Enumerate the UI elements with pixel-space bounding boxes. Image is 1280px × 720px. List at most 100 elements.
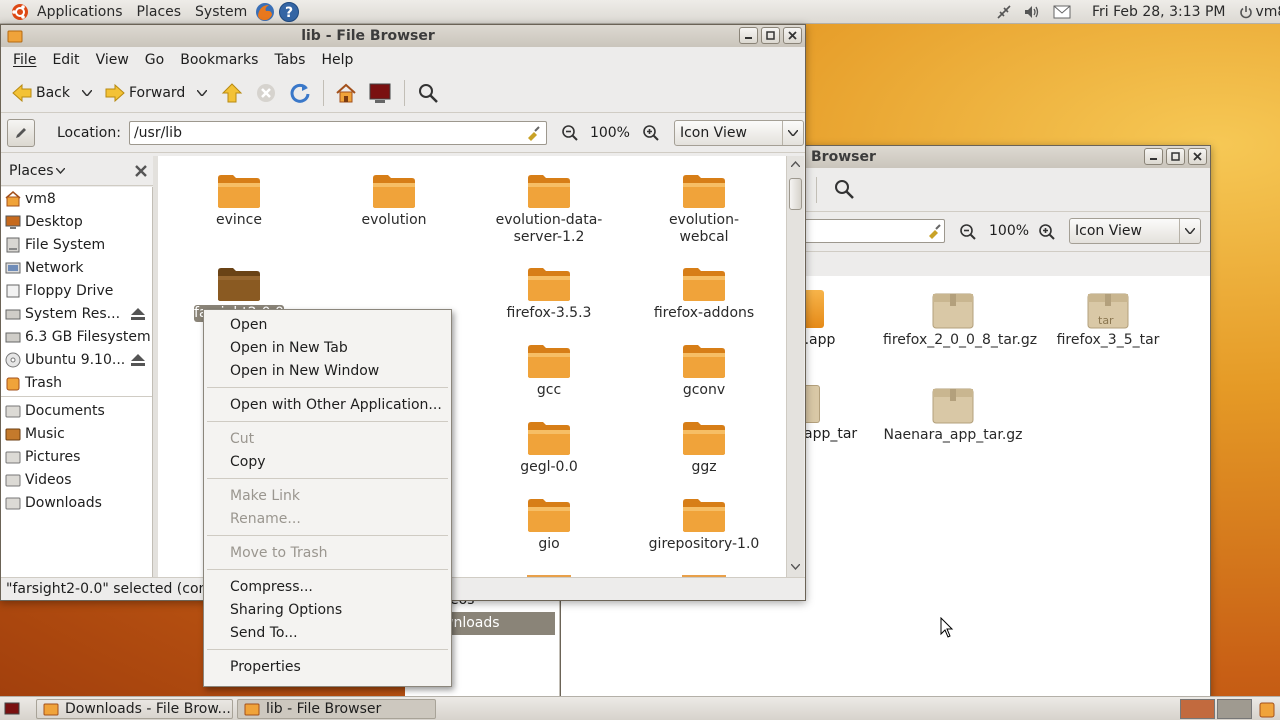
clear-location-icon[interactable] — [926, 223, 942, 239]
file-item[interactable]: gio — [474, 494, 624, 553]
workspace-2[interactable] — [1217, 699, 1252, 719]
minimize-button[interactable] — [1144, 148, 1163, 165]
back-history-dropdown[interactable] — [74, 89, 100, 96]
zoom-in-icon[interactable] — [642, 124, 660, 142]
network-disconnected-icon[interactable] — [995, 3, 1013, 21]
file-item[interactable]: gegl-0.0 — [474, 417, 624, 476]
up-button[interactable] — [215, 82, 249, 104]
volume-icon[interactable] — [1023, 3, 1041, 21]
clock[interactable]: Fri Feb 28, 3:13 PM — [1085, 4, 1233, 20]
menu-item-open-with[interactable]: Open with Other Application... — [204, 393, 451, 416]
stop-button[interactable] — [249, 82, 283, 104]
power-icon[interactable] — [1239, 5, 1253, 19]
file-item[interactable]: ggz — [629, 417, 779, 476]
close-button[interactable] — [1188, 148, 1207, 165]
workspace-switcher[interactable] — [1180, 699, 1252, 719]
ubuntu-logo-icon[interactable] — [10, 2, 30, 22]
file-item[interactable]: evince — [164, 170, 314, 229]
forward-history-dropdown[interactable] — [189, 89, 215, 96]
sidebar-item-videos[interactable]: Videos — [1, 468, 152, 491]
menu-item-open[interactable]: Open — [204, 313, 451, 336]
search-icon[interactable] — [411, 82, 445, 104]
applications-menu[interactable]: Applications — [30, 4, 130, 20]
menu-item-properties[interactable]: Properties — [204, 655, 451, 678]
show-desktop-button[interactable] — [4, 701, 20, 717]
eject-icon[interactable] — [130, 353, 146, 367]
sidebar-item-documents[interactable]: Documents — [1, 399, 152, 422]
sidebar-item-system-reserved[interactable]: System Res... — [1, 302, 152, 325]
sidebar-item-pictures[interactable]: Pictures — [1, 445, 152, 468]
location-entry[interactable]: /usr/lib — [128, 120, 547, 145]
firefox-launcher-icon[interactable] — [254, 1, 276, 23]
minimize-button[interactable] — [739, 27, 758, 44]
menu-file[interactable]: File — [5, 52, 44, 68]
taskbar-button-downloads[interactable]: Downloads - File Brow... — [36, 699, 233, 719]
places-menu[interactable]: Places — [130, 4, 189, 20]
sidebar-item-filesystem-6gb[interactable]: 6.3 GB Filesystem — [1, 325, 152, 348]
close-sidepane-icon[interactable] — [135, 164, 147, 177]
file-item[interactable]: evolution-webcal — [629, 170, 779, 246]
view-mode-combo[interactable]: Icon View — [673, 119, 804, 146]
file-item[interactable]: firefox-3.5.3 — [474, 263, 624, 322]
sidebar-item-filesystem[interactable]: File System — [1, 233, 152, 256]
computer-button[interactable] — [362, 82, 398, 104]
sidebar-item-music[interactable]: Music — [1, 422, 152, 445]
reload-button[interactable] — [283, 82, 317, 104]
zoom-in-icon[interactable] — [1038, 223, 1056, 241]
scroll-up-icon[interactable] — [791, 161, 800, 167]
eject-icon[interactable] — [130, 307, 146, 321]
forward-button[interactable]: Forward — [100, 77, 189, 109]
menu-item-open-new-tab[interactable]: Open in New Tab — [204, 336, 451, 359]
menu-edit[interactable]: Edit — [44, 52, 87, 68]
menu-bookmarks[interactable]: Bookmarks — [172, 52, 266, 68]
view-mode-combo[interactable]: Icon View — [1069, 218, 1201, 244]
sidepane-type-selector[interactable]: Places — [9, 163, 65, 179]
search-icon[interactable] — [833, 178, 855, 200]
sidebar-item-downloads[interactable]: Downloads — [1, 491, 152, 514]
menu-item-sharing-options[interactable]: Sharing Options — [204, 598, 451, 621]
file-item[interactable]: firefox-addons — [629, 263, 779, 322]
menu-item-copy[interactable]: Copy — [204, 450, 451, 473]
sidebar-item-home[interactable]: vm8 — [1, 187, 152, 210]
sidebar-item-ubuntu-cd[interactable]: Ubuntu 9.10... — [1, 348, 152, 371]
edit-location-toggle[interactable] — [7, 118, 35, 147]
sidebar-item-floppy[interactable]: Floppy Drive — [1, 279, 152, 302]
menu-go[interactable]: Go — [137, 52, 172, 68]
vertical-scrollbar[interactable] — [786, 156, 804, 577]
maximize-button[interactable] — [761, 27, 780, 44]
file-item[interactable]: gconv — [629, 340, 779, 399]
back-file-item[interactable]: Naenara_app_tar.gz — [878, 385, 1028, 444]
menu-view[interactable]: View — [88, 52, 137, 68]
close-button[interactable] — [783, 27, 802, 44]
menu-item-open-new-window[interactable]: Open in New Window — [204, 359, 451, 382]
menu-help[interactable]: Help — [313, 52, 361, 68]
back-button[interactable]: Back — [7, 77, 74, 109]
scroll-down-icon[interactable] — [791, 564, 800, 570]
user-name[interactable]: vm8 — [1253, 4, 1280, 20]
scrollbar-thumb[interactable] — [789, 178, 802, 210]
taskbar-button-lib[interactable]: lib - File Browser — [237, 699, 436, 719]
file-item[interactable]: gcc — [474, 340, 624, 399]
system-menu[interactable]: System — [188, 4, 254, 20]
mail-icon[interactable] — [1053, 5, 1071, 19]
back-file-item[interactable]: tar firefox_3_5_tar — [1033, 290, 1183, 349]
sidebar-item-desktop[interactable]: Desktop — [1, 210, 152, 233]
maximize-button[interactable] — [1166, 148, 1185, 165]
sidebar-item-trash[interactable]: Trash — [1, 371, 152, 394]
workspace-1[interactable] — [1180, 699, 1215, 719]
file-item[interactable]: girepository-1.0 — [629, 494, 779, 553]
clear-location-icon[interactable] — [525, 125, 541, 141]
menu-item-compress[interactable]: Compress... — [204, 575, 451, 598]
trash-applet-icon[interactable] — [1258, 700, 1276, 718]
zoom-out-icon[interactable] — [959, 223, 977, 241]
file-item[interactable]: evolution — [319, 170, 469, 229]
file-item[interactable]: evolution-data-server-1.2 — [474, 170, 624, 246]
home-button[interactable] — [330, 82, 362, 104]
sidebar-item-network[interactable]: Network — [1, 256, 152, 279]
menu-tabs[interactable]: Tabs — [266, 52, 313, 68]
zoom-out-icon[interactable] — [561, 124, 579, 142]
menu-item-send-to[interactable]: Send To... — [204, 621, 451, 644]
back-file-item[interactable]: firefox_2_0_0_8_tar.gz — [878, 290, 1037, 349]
front-window-titlebar[interactable]: lib - File Browser — [1, 25, 805, 47]
help-launcher-icon[interactable]: ? — [278, 1, 300, 23]
